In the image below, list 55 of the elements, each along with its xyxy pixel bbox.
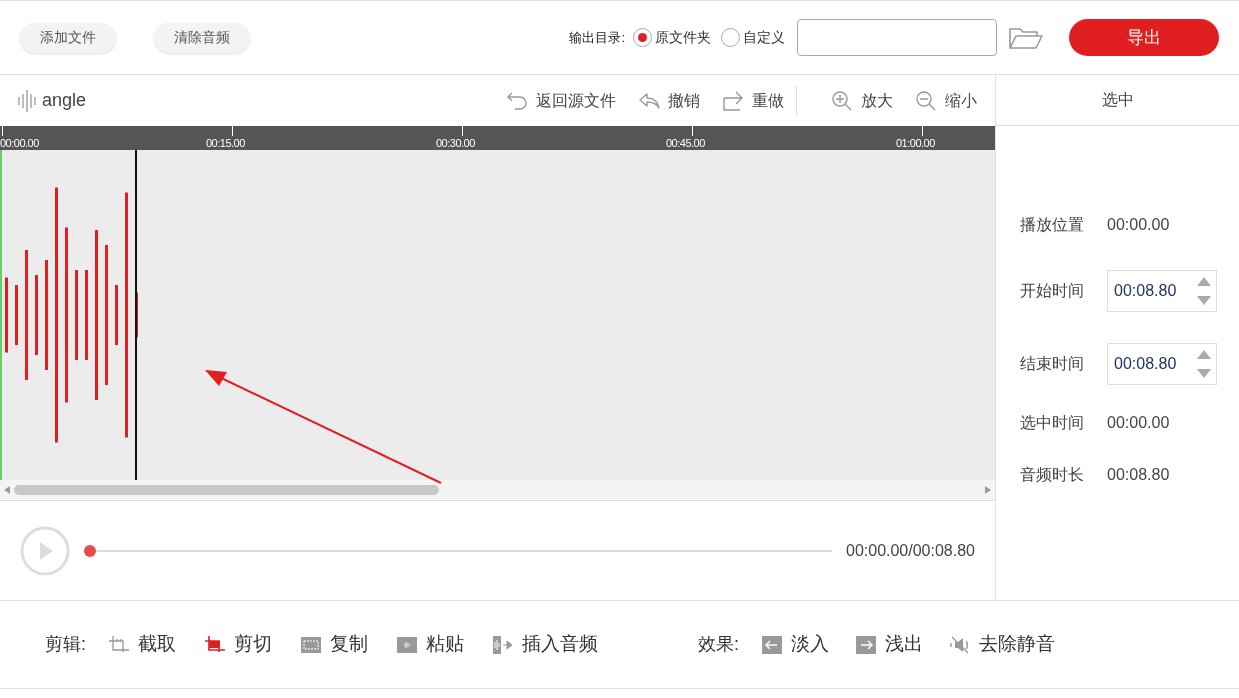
field-label: 开始时间: [1020, 281, 1085, 301]
toolbar-action[interactable]: 重做: [722, 88, 784, 113]
ruler-label: 00:15.00: [206, 137, 245, 150]
toolbar-button[interactable]: 添加文件: [20, 22, 116, 53]
progress-thumb[interactable]: [84, 544, 96, 557]
ruler-label: 01:00.00: [896, 137, 935, 150]
tool-button[interactable]: 粘贴: [396, 630, 464, 659]
tool-button[interactable]: 复制: [300, 630, 368, 659]
radio-button[interactable]: [721, 28, 740, 47]
field-label: 结束时间: [1020, 354, 1085, 374]
toolbar-action[interactable]: 放大: [831, 88, 893, 113]
scroll-left-icon[interactable]: [4, 486, 10, 494]
field-value: 00:08.80: [1114, 281, 1178, 301]
effect-button[interactable]: 浅出: [855, 630, 924, 659]
tool-button[interactable]: 剪切: [204, 630, 272, 659]
radio-button[interactable]: [633, 28, 652, 47]
toolbar-action[interactable]: 缩小: [915, 88, 977, 113]
field-value: 00:08.80: [1107, 465, 1170, 485]
tool-button[interactable]: 插入音频: [492, 630, 598, 659]
ruler-label: 00:45.00: [666, 137, 705, 150]
redo-icon: [722, 89, 744, 112]
ruler-label: 00:00.00: [0, 137, 39, 150]
field-value: 00:00.00: [1107, 215, 1170, 235]
toolbar-button[interactable]: 清除音频: [154, 22, 250, 53]
field-label: 音频时长: [1020, 465, 1085, 485]
field-label: 选中时间: [1020, 413, 1085, 433]
zoom-out-icon: [915, 89, 937, 112]
time-readout: 00:00.00/00:08.80: [846, 540, 975, 561]
time-spinner[interactable]: 00:08.80: [1107, 270, 1217, 312]
section-label: 效果:: [698, 633, 740, 656]
ruler-label: 00:30.00: [436, 137, 475, 150]
tool-button[interactable]: 截取: [108, 630, 176, 659]
progress-slider[interactable]: [84, 544, 832, 557]
section-label: 剪辑:: [45, 633, 86, 656]
radio-option[interactable]: 原文件夹: [633, 27, 711, 48]
zoom-in-icon: [831, 89, 853, 112]
panel-title: 选中: [996, 75, 1239, 126]
path-field[interactable]: [797, 19, 997, 56]
radio-option[interactable]: 自定义: [721, 27, 785, 48]
scroll-right-icon[interactable]: [985, 486, 991, 494]
toolbar-action[interactable]: 撤销: [638, 88, 700, 113]
output-label: 输出目录:: [569, 28, 625, 47]
file-name: angle: [42, 89, 87, 112]
waveform-icon: [18, 89, 36, 112]
effect-button[interactable]: 淡入: [761, 630, 830, 659]
play-button[interactable]: [20, 525, 70, 576]
field-label: 播放位置: [1020, 215, 1085, 235]
toolbar-action[interactable]: 返回源文件: [506, 88, 616, 113]
field-value: 00:00.00: [1107, 413, 1170, 433]
time-spinner[interactable]: 00:08.80: [1107, 343, 1217, 385]
export-button[interactable]: 导出: [1069, 19, 1219, 56]
scrollbar-thumb[interactable]: [14, 485, 439, 495]
field-value: 00:08.80: [1114, 354, 1178, 374]
folder-icon[interactable]: [1009, 25, 1043, 50]
effect-button[interactable]: 去除静音: [949, 630, 1056, 659]
